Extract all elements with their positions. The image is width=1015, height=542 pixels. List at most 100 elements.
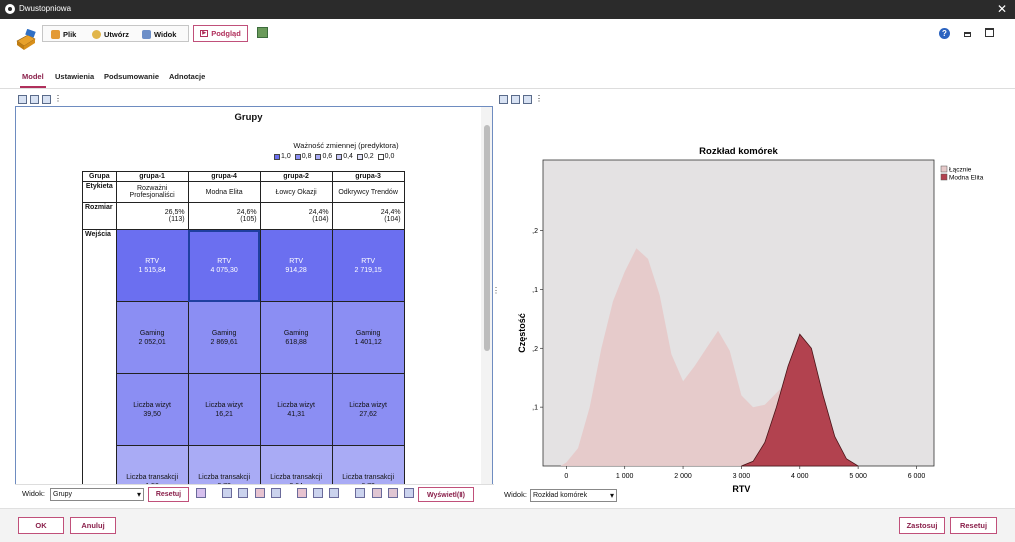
tab-model[interactable]: Model <box>20 72 46 88</box>
tree-icon[interactable]: ⋮ <box>54 95 63 104</box>
groups-title: Grupy <box>234 112 263 123</box>
distribution-icon[interactable] <box>355 488 365 498</box>
restore-icon[interactable] <box>964 32 971 37</box>
ok-button[interactable]: OK <box>18 517 64 534</box>
importance-legend-item: 0,8 <box>294 153 311 160</box>
input-cell[interactable]: Gaming 2 052,01 <box>115 301 189 374</box>
input-cell[interactable]: RTV 4 075,30 <box>187 229 261 302</box>
importance-legend-label: 0,0 <box>384 153 395 160</box>
groups-bottom-bar: Widok: Grupy Resetuj Wyświetl(Ⅱ) <box>15 484 494 504</box>
order-alt-icon[interactable] <box>313 488 323 498</box>
input-cell[interactable]: Gaming 1 401,12 <box>331 301 405 374</box>
input-cell[interactable]: RTV 914,28 <box>259 229 333 302</box>
input-name: Liczba transakcji <box>126 473 178 481</box>
importance-label: Ważność zmiennej (predyktora) <box>293 141 399 150</box>
print-icon[interactable] <box>523 95 532 104</box>
sort-values-icon[interactable] <box>271 488 281 498</box>
input-cell[interactable]: Liczba wizyt 39,50 <box>115 373 189 446</box>
y-tick-label: ,1 <box>532 405 538 412</box>
grid-icon[interactable] <box>404 488 414 498</box>
bar-icon[interactable] <box>372 488 382 498</box>
input-row: Liczba wizyt 39,50 Liczba wizyt 16,21 Liczba… <box>83 373 405 446</box>
cell-distribution-panel: Rozkład komórek 0 1 000 2 000 3 000 4 000 5 00… <box>497 106 1002 504</box>
input-name: Gaming <box>139 329 165 337</box>
group-size-pct: 26,5% <box>164 209 185 216</box>
input-name: Gaming <box>211 329 237 337</box>
menu-group: Plik Utwórz Widok <box>42 25 189 42</box>
copy-view-icon[interactable] <box>499 95 508 104</box>
apply-button[interactable]: Zastosuj <box>899 517 945 534</box>
copy-data-icon[interactable] <box>30 95 39 104</box>
inputs-header: Wejścia <box>82 229 117 503</box>
cancel-button[interactable]: Anuluj <box>70 517 116 534</box>
input-cell[interactable]: Liczba wizyt 41,31 <box>259 373 333 446</box>
group-header: Grupa <box>82 171 117 182</box>
sort-icon[interactable] <box>196 488 206 498</box>
export-icon[interactable] <box>257 27 268 38</box>
tab-summary[interactable]: Podsumowanie <box>104 72 159 81</box>
rows-icon[interactable] <box>329 488 339 498</box>
input-value: 618,88 <box>285 338 307 346</box>
y-tick-label: ,2 <box>532 228 538 235</box>
reset-button[interactable]: Resetuj <box>950 517 997 534</box>
groups-reset-button[interactable]: Resetuj <box>148 487 189 502</box>
legend-swatch <box>940 165 948 173</box>
maximize-icon[interactable] <box>985 28 994 37</box>
chart-view-select[interactable]: Rozkład komórek <box>530 489 617 502</box>
preview-button[interactable]: ▶ Podgląd <box>193 25 248 42</box>
close-icon[interactable]: ✕ <box>997 2 1007 16</box>
display-button[interactable]: Wyświetl(Ⅱ) <box>418 487 474 502</box>
create-menu-label: Utwórz <box>104 29 129 39</box>
scrollbar-thumb[interactable] <box>484 125 490 351</box>
preview-icon: ▶ <box>200 30 209 37</box>
input-cell[interactable]: RTV 1 515,84 <box>115 229 189 302</box>
input-value: 2 052,01 <box>138 338 166 346</box>
help-icon[interactable]: ? <box>939 28 950 39</box>
dialog-footer: OK Anuluj Zastosuj Resetuj <box>0 508 1015 542</box>
legend-label: Łącznie <box>949 167 972 174</box>
toolbar: Plik Utwórz Widok ▶ Podgląd ? <box>0 19 1015 61</box>
copy-data-icon[interactable] <box>511 95 520 104</box>
file-icon <box>51 29 60 39</box>
input-cell[interactable]: Gaming 618,88 <box>259 301 333 374</box>
create-menu-button[interactable]: Utwórz <box>92 28 129 40</box>
tab-settings[interactable]: Ustawienia <box>55 72 94 81</box>
sort-az-icon[interactable] <box>255 488 265 498</box>
order-icon[interactable] <box>297 488 307 498</box>
importance-swatch <box>315 153 322 160</box>
input-cell[interactable]: RTV 2 719,15 <box>331 229 405 302</box>
histogram-icon[interactable] <box>388 488 398 498</box>
group-size-cell: 26,5% (113) <box>115 202 189 230</box>
input-name: Liczba transakcji <box>198 473 250 481</box>
panel-splitter[interactable]: ⋮ <box>492 286 500 301</box>
input-cell[interactable]: Gaming 2 869,61 <box>187 301 261 374</box>
input-cell[interactable]: Liczba wizyt 16,21 <box>187 373 261 446</box>
input-name: Liczba wizyt <box>133 401 171 409</box>
importance-legend-label: 0,4 <box>343 153 353 160</box>
view-menu-button[interactable]: Widok <box>142 28 176 40</box>
copy-view-icon[interactable] <box>18 95 27 104</box>
importance-legend-label: 0,2 <box>363 153 374 160</box>
input-value: 16,21 <box>215 410 233 418</box>
view-label: Widok: <box>22 489 45 498</box>
group-label-cell: Modna Elita <box>187 181 261 203</box>
input-name: Liczba wizyt <box>205 401 243 409</box>
file-menu-button[interactable]: Plik <box>51 28 76 40</box>
input-value: 1 401,12 <box>354 338 382 346</box>
tab-bar: Model Ustawienia Podsumowanie Adnotacje <box>0 67 1015 89</box>
group-size-n: (105) <box>240 216 257 223</box>
cells-icon[interactable] <box>222 488 232 498</box>
tree-icon[interactable]: ⋮ <box>535 95 544 104</box>
tab-annotations[interactable]: Adnotacje <box>169 72 205 81</box>
transpose-icon[interactable] <box>238 488 248 498</box>
input-cell[interactable]: Liczba wizyt 27,62 <box>331 373 405 446</box>
groups-view-select[interactable]: Grupy <box>50 488 144 501</box>
chart-view-select-value: Rozkład komórek <box>533 492 588 499</box>
input-name: Liczba transakcji <box>342 473 394 481</box>
group-size-pct: 24,4% <box>308 209 329 216</box>
groups-scrollbar[interactable] <box>481 107 492 503</box>
group-id-cell: grupa-4 <box>187 171 261 182</box>
view-icon <box>142 29 151 39</box>
print-icon[interactable] <box>42 95 51 104</box>
file-menu-label: Plik <box>63 29 77 39</box>
